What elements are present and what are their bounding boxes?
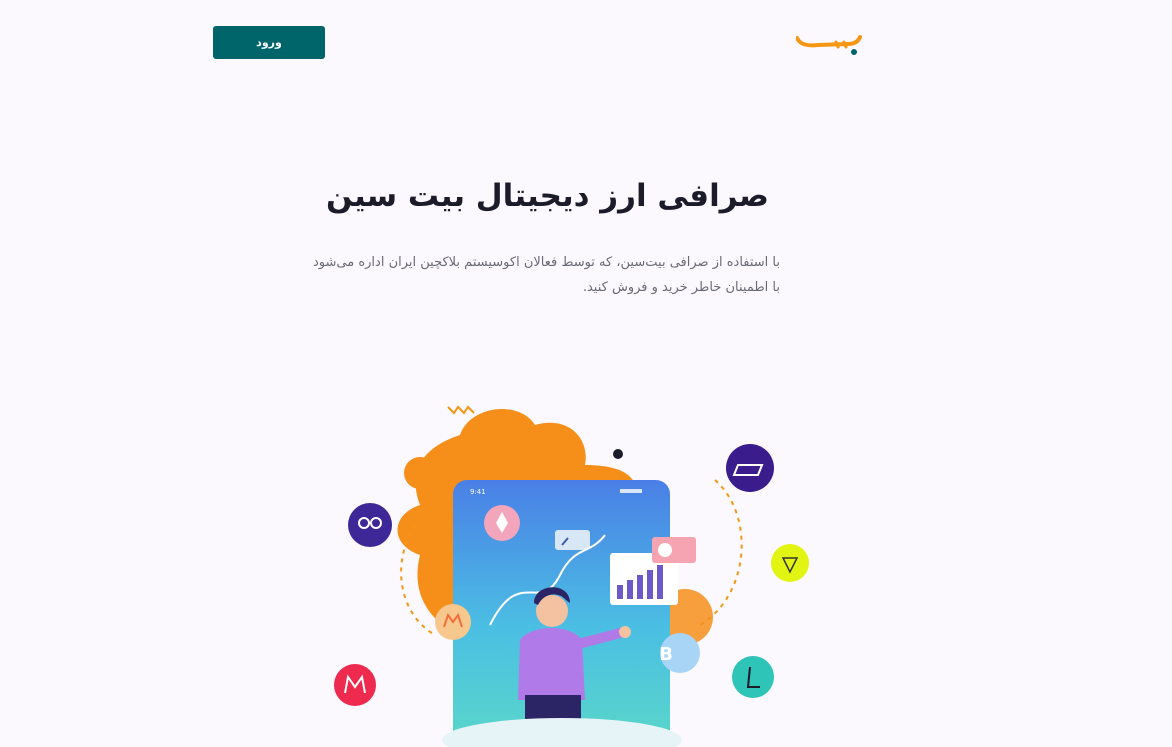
login-button[interactable]: ورود (213, 26, 325, 59)
squiggle-decoration (447, 405, 475, 415)
landing-page: ورود صرافی ارز دیجیتال بیت سین با استفاد… (0, 0, 1172, 747)
person-body (518, 627, 585, 700)
trend-card (555, 530, 590, 550)
bitsin-logo-icon[interactable] (796, 33, 866, 59)
monero-red-coin-icon (334, 664, 376, 706)
hero-description-line-2: با اطمینان خاطر خرید و فروش کنید. (582, 280, 780, 295)
litecoin-coin-icon (732, 656, 774, 698)
dash-coin-icon (726, 444, 774, 492)
tron-coin-icon (771, 544, 809, 582)
hero-illustration: 9:41 B (334, 405, 809, 747)
phone-status-time: 9:41 (470, 488, 486, 496)
page-title: صرافی ارز دیجیتال بیت سین (326, 178, 769, 214)
monero-coin-icon (435, 604, 471, 640)
svg-text:B: B (659, 644, 673, 665)
hero-description: با استفاده از صرافی بیت‌سین، که توسط فعا… (300, 250, 780, 300)
hero-description-line-1: با استفاده از صرافی بیت‌سین، که توسط فعا… (313, 255, 780, 270)
orange-blob-dot (404, 457, 436, 489)
ripple-coin-icon (348, 503, 392, 547)
orange-small-dot (613, 449, 623, 459)
